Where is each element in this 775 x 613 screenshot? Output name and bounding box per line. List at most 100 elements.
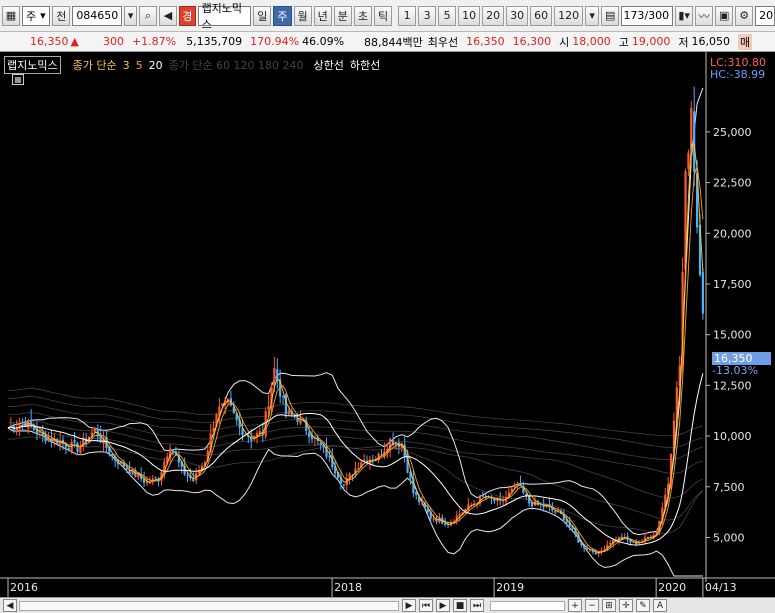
company-name: 랩지노믹스 bbox=[197, 2, 252, 31]
play-icon[interactable]: ▶ bbox=[436, 599, 450, 612]
candle-body bbox=[145, 481, 149, 484]
chart-svg: 5,000 7,500 10,000 12,500 15,000 17,500 20,000… bbox=[0, 52, 775, 597]
candle-body bbox=[21, 422, 24, 424]
line-type-icon[interactable]: 〰 bbox=[695, 5, 714, 26]
candle-body bbox=[293, 416, 296, 418]
date-input[interactable]: 202 bbox=[755, 5, 775, 26]
candle-body bbox=[281, 396, 285, 398]
interval-button[interactable]: 10 bbox=[458, 5, 481, 26]
candle-body bbox=[687, 152, 690, 169]
volume: 5,135,709 bbox=[186, 35, 243, 48]
y-tick-label: 5,000 bbox=[713, 531, 745, 544]
interval-button[interactable]: 20 bbox=[482, 5, 505, 26]
y-tick-label: 15,000 bbox=[713, 329, 752, 342]
candle-body bbox=[594, 552, 597, 555]
crosshair-icon[interactable]: ✛ bbox=[619, 599, 633, 612]
interval-button[interactable]: 3 bbox=[418, 5, 437, 26]
interval-button[interactable]: 30 bbox=[506, 5, 529, 26]
arrow-up-icon: ▲ bbox=[70, 35, 79, 48]
candle-body bbox=[93, 428, 96, 433]
tab-minute[interactable]: 분 bbox=[333, 5, 352, 26]
interval-button[interactable]: 120 bbox=[554, 5, 584, 26]
candle-body bbox=[221, 403, 224, 406]
hc-label: HC:-38.99 bbox=[710, 68, 766, 81]
low-price: 16,050 bbox=[691, 35, 731, 48]
candle-body bbox=[328, 456, 331, 458]
fast-forward-icon[interactable]: ⏭ bbox=[470, 599, 484, 612]
y-tick-label: 7,500 bbox=[713, 481, 745, 494]
zoom-slider[interactable] bbox=[490, 600, 565, 611]
candle-body bbox=[481, 495, 484, 497]
interval-dropdown-icon[interactable]: ▾ bbox=[585, 5, 600, 26]
chart-scrollbar[interactable]: ◀ ▶ ⏮ ▶ ■ ⏭ + − ⊞ ✛ ✎ A bbox=[0, 597, 775, 613]
candle-body bbox=[319, 442, 322, 446]
gear-icon[interactable]: ⚙ bbox=[735, 5, 754, 26]
text-icon[interactable]: A bbox=[653, 599, 667, 612]
x-tick-label: 2020 bbox=[658, 581, 686, 594]
scroll-left-icon[interactable]: ◀ bbox=[3, 599, 17, 612]
grid-icon[interactable]: ▦ bbox=[2, 5, 20, 26]
priority-label: 최우선 bbox=[427, 35, 459, 49]
scroll-right-icon[interactable]: ▶ bbox=[402, 599, 416, 612]
x-tick-label: 04/13 bbox=[705, 581, 737, 594]
tab-day[interactable]: 일 bbox=[253, 5, 272, 26]
draw-icon[interactable]: ✎ bbox=[636, 599, 650, 612]
candle-body bbox=[580, 543, 583, 545]
tab-tick[interactable]: 틱 bbox=[374, 5, 393, 26]
market-select[interactable]: 주 ▾ bbox=[22, 5, 51, 26]
tab-month[interactable]: 월 bbox=[293, 5, 312, 26]
settings-small-icon[interactable]: ▤ bbox=[601, 5, 620, 26]
save-icon[interactable]: ▣ bbox=[715, 5, 734, 26]
candle-body bbox=[73, 440, 76, 443]
zoom-out-icon[interactable]: − bbox=[585, 599, 599, 612]
candles bbox=[9, 86, 704, 558]
tab-year[interactable]: 년 bbox=[313, 5, 332, 26]
long-ma-line bbox=[7, 436, 704, 534]
count-input[interactable]: 173/300 bbox=[621, 5, 674, 26]
grid-lines bbox=[7, 387, 704, 534]
candle-body bbox=[67, 447, 70, 450]
stop-icon[interactable]: ■ bbox=[453, 599, 467, 612]
code-input[interactable]: 084650 bbox=[72, 5, 123, 26]
high-price: 19,000 bbox=[631, 35, 671, 48]
candle-body bbox=[342, 484, 345, 486]
candle-body bbox=[154, 477, 157, 479]
rewind-icon[interactable]: ⏮ bbox=[419, 599, 433, 612]
tab-week[interactable]: 주 bbox=[273, 5, 292, 26]
legend-lower: 하한선 bbox=[349, 59, 381, 72]
axes: 5,000 7,500 10,000 12,500 15,000 17,500 20,000… bbox=[0, 52, 775, 597]
legend-ma-20: 20 bbox=[148, 58, 163, 72]
prefix-button[interactable]: 전 bbox=[52, 5, 71, 26]
code-dropdown-icon[interactable]: ▾ bbox=[124, 5, 137, 26]
scroll-track[interactable] bbox=[19, 600, 399, 611]
legend-name[interactable]: 랩지노믹스 bbox=[4, 56, 61, 74]
period-tag[interactable]: 경 bbox=[179, 5, 196, 26]
high-label: 고 bbox=[618, 35, 629, 49]
speaker-icon[interactable]: ◀ bbox=[159, 5, 177, 26]
candle-body bbox=[308, 432, 311, 437]
stock-chart[interactable]: 5,000 7,500 10,000 12,500 15,000 17,500 20,000… bbox=[0, 52, 775, 597]
y-tick-label: 10,000 bbox=[713, 430, 752, 443]
candle-body bbox=[701, 272, 704, 314]
interval-button[interactable]: 5 bbox=[438, 5, 457, 26]
bollinger-bands bbox=[7, 87, 704, 577]
candle-body bbox=[287, 410, 290, 415]
y-tick-label: 22,500 bbox=[713, 177, 752, 190]
interval-button[interactable]: 1 bbox=[398, 5, 417, 26]
table-icon[interactable]: ▦ bbox=[12, 74, 24, 85]
change-percent: +1.87% bbox=[131, 35, 177, 48]
candle-body bbox=[693, 111, 696, 172]
legend-ma-3: 3 bbox=[122, 58, 130, 72]
tab-second[interactable]: 초 bbox=[353, 5, 373, 26]
search-icon[interactable]: ⌕ bbox=[139, 5, 157, 26]
zoom-in-icon[interactable]: + bbox=[568, 599, 582, 612]
x-tick-label: 2019 bbox=[496, 581, 524, 594]
candle-body bbox=[267, 406, 270, 410]
candle-type-icon[interactable]: ▮▾ bbox=[675, 5, 694, 26]
fit-icon[interactable]: ⊞ bbox=[602, 599, 616, 612]
volume-ratio: 170.94% bbox=[250, 35, 300, 48]
last-change-percent: -13.03% bbox=[712, 364, 758, 378]
interval-button[interactable]: 60 bbox=[530, 5, 553, 26]
extra-button[interactable]: 매 bbox=[738, 33, 753, 50]
open-price: 18,000 bbox=[572, 35, 611, 48]
